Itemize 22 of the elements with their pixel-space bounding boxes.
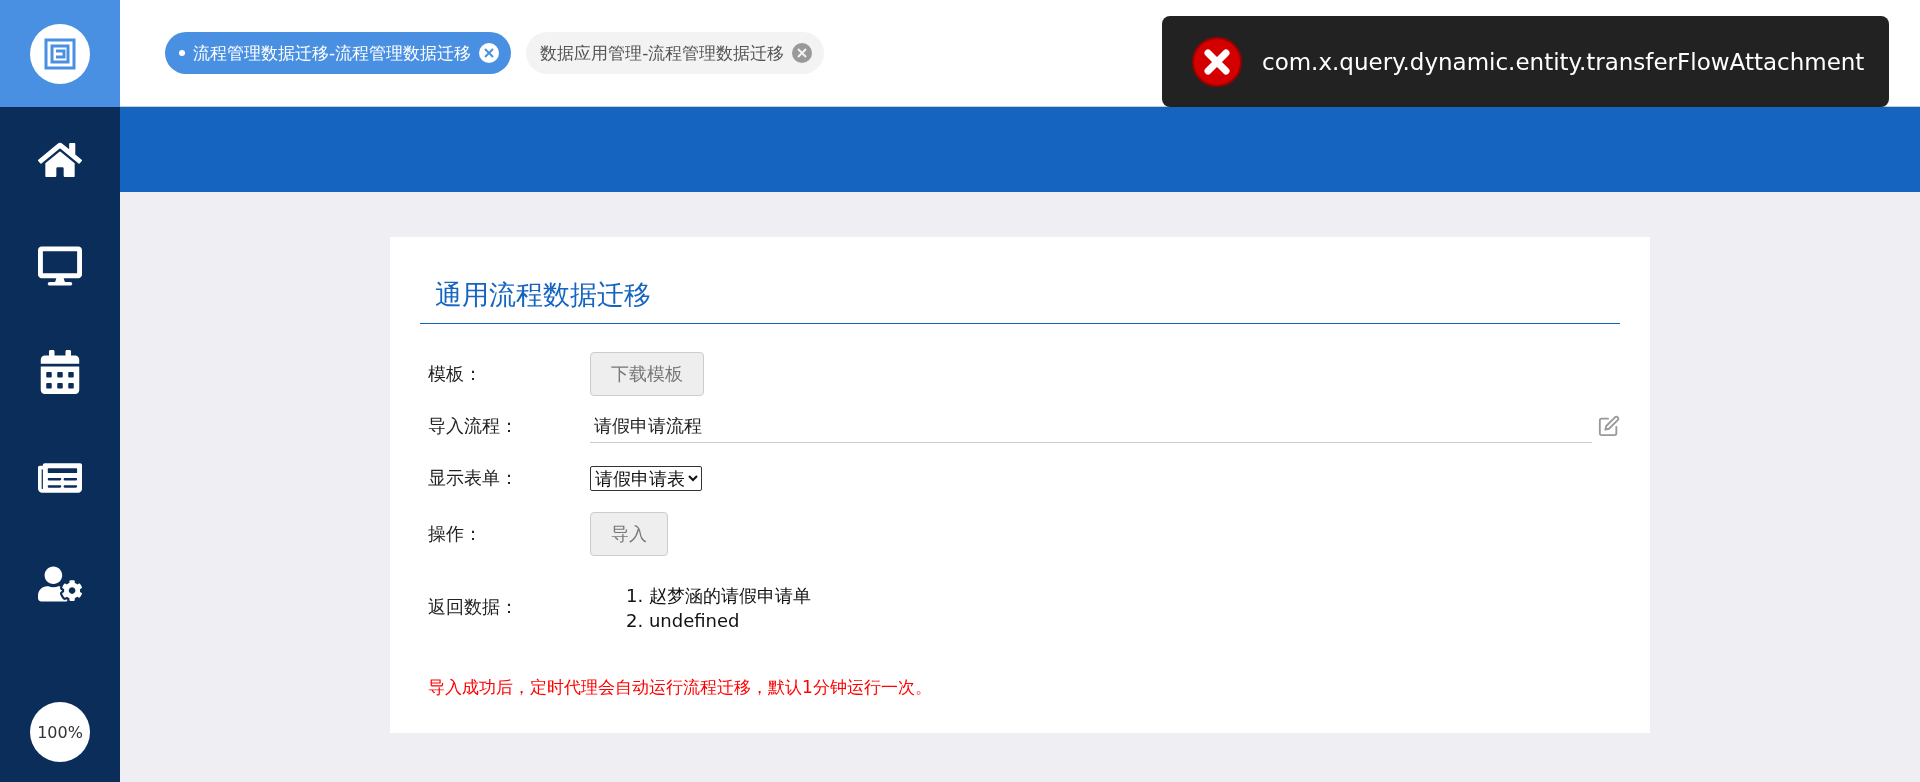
action-button[interactable]: 导入 [590,512,668,556]
action-button[interactable]: 下载模板 [590,352,704,396]
field-label: 返回数据： [428,595,519,619]
result-item: 2. undefined [626,609,741,631]
tab-label: 数据应用管理-流程管理数据迁移 [540,41,785,65]
page-title: 通用流程数据迁移 [420,277,1620,324]
tab-label: 流程管理数据迁移-流程管理数据迁移 [193,41,472,65]
close-icon[interactable] [479,43,500,63]
tab[interactable]: 数据应用管理-流程管理数据迁移 [526,32,825,74]
edit-icon[interactable] [1598,415,1620,437]
error-icon [1192,36,1242,87]
field-label: 模板： [428,362,483,386]
active-dot-icon [179,50,185,56]
info-note: 导入成功后，定时代理会自动运行流程迁移，默认1分钟运行一次。 [427,676,933,699]
error-message: com.x.query.dynamic.entity.transferFlowAttachment [1262,48,1865,75]
zoom-level[interactable]: 100% [30,702,90,762]
field-label: 导入流程： [428,414,519,438]
result-item: 1. 赵梦涵的请假申请单 [626,583,811,608]
field-label: 操作： [428,522,483,546]
select-field[interactable]: 请假申请表 [590,465,702,491]
field-label: 显示表单： [428,466,519,490]
close-icon[interactable] [792,43,813,63]
